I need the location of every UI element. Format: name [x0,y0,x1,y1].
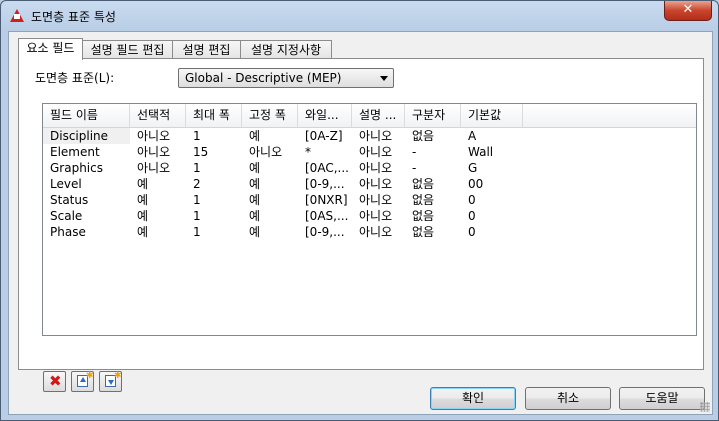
cell-wildcard: [0-9,... [305,225,345,239]
cell-field-name: Level [50,177,82,191]
table-row[interactable]: Discipline 아니오 1 예 [0A-Z] 아니오 없음 A [43,128,696,144]
cell-default-value: G [468,161,478,175]
column-header-wildcard[interactable]: 와일... [298,104,352,127]
table-row[interactable]: Element 아니오 15 아니오 * 아니오 - Wall [43,144,696,160]
layer-standard-label: 도면층 표준(L): [35,71,115,85]
dialog-window: 도면층 표준 특성 ✕ 요소 필드 설명 필드 편집 설명 편집 설명 지정사항… [0,0,719,421]
cell-fixed-width: 예 [249,177,261,191]
close-button[interactable]: ✕ [664,1,712,21]
dialog-client-area: 요소 필드 설명 필드 편집 설명 편집 설명 지정사항 도면층 표준(L): … [8,31,713,415]
cell-max-width: 1 [193,209,201,223]
cell-description: 아니오 [359,177,393,191]
cell-optional: 예 [137,225,149,239]
cell-wildcard: * [305,145,311,159]
cell-default-value: 0 [468,209,476,223]
autocad-app-icon [10,9,24,22]
title-bar[interactable]: 도면층 표준 특성 ✕ [1,1,718,31]
cell-optional: 예 [137,193,149,207]
fields-list[interactable]: 필드 이름 선택적 최대 폭 고정 폭 와일... 설명 ... 구분자 기본값… [42,103,697,336]
cell-fixed-width: 아니오 [249,145,283,159]
list-header: 필드 이름 선택적 최대 폭 고정 폭 와일... 설명 ... 구분자 기본값 [43,104,696,128]
cell-separator: - [412,161,417,175]
tab-element-fields[interactable]: 요소 필드 [18,38,83,60]
window-title: 도면층 표준 특성 [31,10,116,24]
cell-optional: 아니오 [137,129,171,143]
cell-optional: 예 [137,177,149,191]
cell-max-width: 2 [193,177,201,191]
cell-separator: - [412,145,417,159]
cell-wildcard: [0-9,... [305,177,345,191]
cell-description: 아니오 [359,145,393,159]
tab-edit-description[interactable]: 설명 편집 [172,40,241,59]
column-header-fixed-width[interactable]: 고정 폭 [242,104,298,127]
cell-separator: 없음 [412,225,435,239]
cell-fixed-width: 예 [249,161,261,175]
resize-grip-icon[interactable] [700,402,710,412]
table-row[interactable]: Scale 예 1 예 [0AS,... 아니오 없음 0 [43,208,696,224]
cell-wildcard: [0AS,... [305,209,349,223]
cell-optional: 예 [137,209,149,223]
layer-standard-dropdown[interactable]: Global - Descriptive (MEP) [178,68,394,88]
move-down-icon: ✱ [105,371,122,387]
cell-default-value: 0 [468,193,476,207]
table-row[interactable]: Level 예 2 예 [0-9,... 아니오 없음 00 [43,176,696,192]
ok-button[interactable]: 확인 [430,387,516,410]
cell-description: 아니오 [359,193,393,207]
cell-field-name: Element [50,145,100,159]
cell-wildcard: [0AC,... [305,161,349,175]
column-header-max-width[interactable]: 최대 폭 [186,104,242,127]
cell-field-name: Phase [50,225,86,239]
cell-fixed-width: 예 [249,129,261,143]
cell-field-name: Discipline [43,128,130,144]
cell-field-name: Status [50,193,89,207]
cell-fixed-width: 예 [249,193,261,207]
cell-default-value: A [468,129,477,143]
cell-max-width: 1 [193,193,201,207]
cell-field-name: Graphics [50,161,103,175]
cell-field-name: Scale [50,209,83,223]
cell-wildcard: [0NXR] [305,193,348,207]
delete-icon: ✖ [49,372,62,390]
move-up-icon: ✱ [77,371,94,387]
cell-max-width: 1 [193,161,201,175]
cell-max-width: 1 [193,129,201,143]
cell-max-width: 1 [193,225,201,239]
cell-fixed-width: 예 [249,209,261,223]
cell-separator: 없음 [412,177,435,191]
cell-max-width: 15 [193,145,209,159]
cell-separator: 없음 [412,193,435,207]
cell-separator: 없음 [412,129,435,143]
column-header-separator[interactable]: 구분자 [405,104,461,127]
cell-default-value: 0 [468,225,476,239]
layer-standard-value: Global - Descriptive (MEP) [185,71,342,85]
tab-description-specification[interactable]: 설명 지정사항 [240,40,332,59]
table-row[interactable]: Status 예 1 예 [0NXR] 아니오 없음 0 [43,192,696,208]
cell-optional: 아니오 [137,145,171,159]
element-fields-panel: 도면층 표준(L): Global - Descriptive (MEP) 필드… [18,58,704,392]
tab-edit-description-fields[interactable]: 설명 필드 편집 [82,40,173,59]
cell-description: 아니오 [359,225,393,239]
cell-description: 아니오 [359,209,393,223]
cell-fixed-width: 예 [249,225,261,239]
cancel-button[interactable]: 취소 [525,387,611,410]
cell-default-value: 00 [468,177,484,191]
move-up-button[interactable]: ✱ [71,371,94,392]
cell-optional: 아니오 [137,161,171,175]
table-row[interactable]: Graphics 아니오 1 예 [0AC,... 아니오 - G [43,160,696,176]
column-header-default-value[interactable]: 기본값 [461,104,523,127]
help-button[interactable]: 도움말 [619,387,705,410]
cell-separator: 없음 [412,209,435,223]
cell-wildcard: [0A-Z] [305,129,343,143]
delete-field-button[interactable]: ✖ [43,371,66,392]
cell-default-value: Wall [468,145,494,159]
move-down-button[interactable]: ✱ [99,371,122,392]
column-header-field-name[interactable]: 필드 이름 [43,104,130,127]
chevron-down-icon [380,76,388,81]
column-header-optional[interactable]: 선택적 [130,104,186,127]
table-row[interactable]: Phase 예 1 예 [0-9,... 아니오 없음 0 [43,224,696,240]
cell-description: 아니오 [359,161,393,175]
column-header-description[interactable]: 설명 ... [352,104,405,127]
cell-description: 아니오 [359,129,393,143]
